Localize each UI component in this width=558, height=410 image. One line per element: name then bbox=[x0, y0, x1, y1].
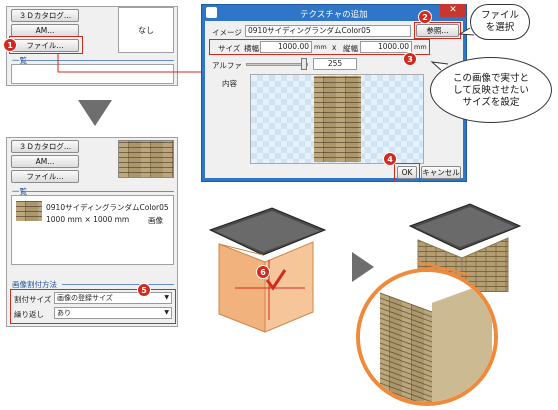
zoom-connector bbox=[417, 261, 471, 276]
